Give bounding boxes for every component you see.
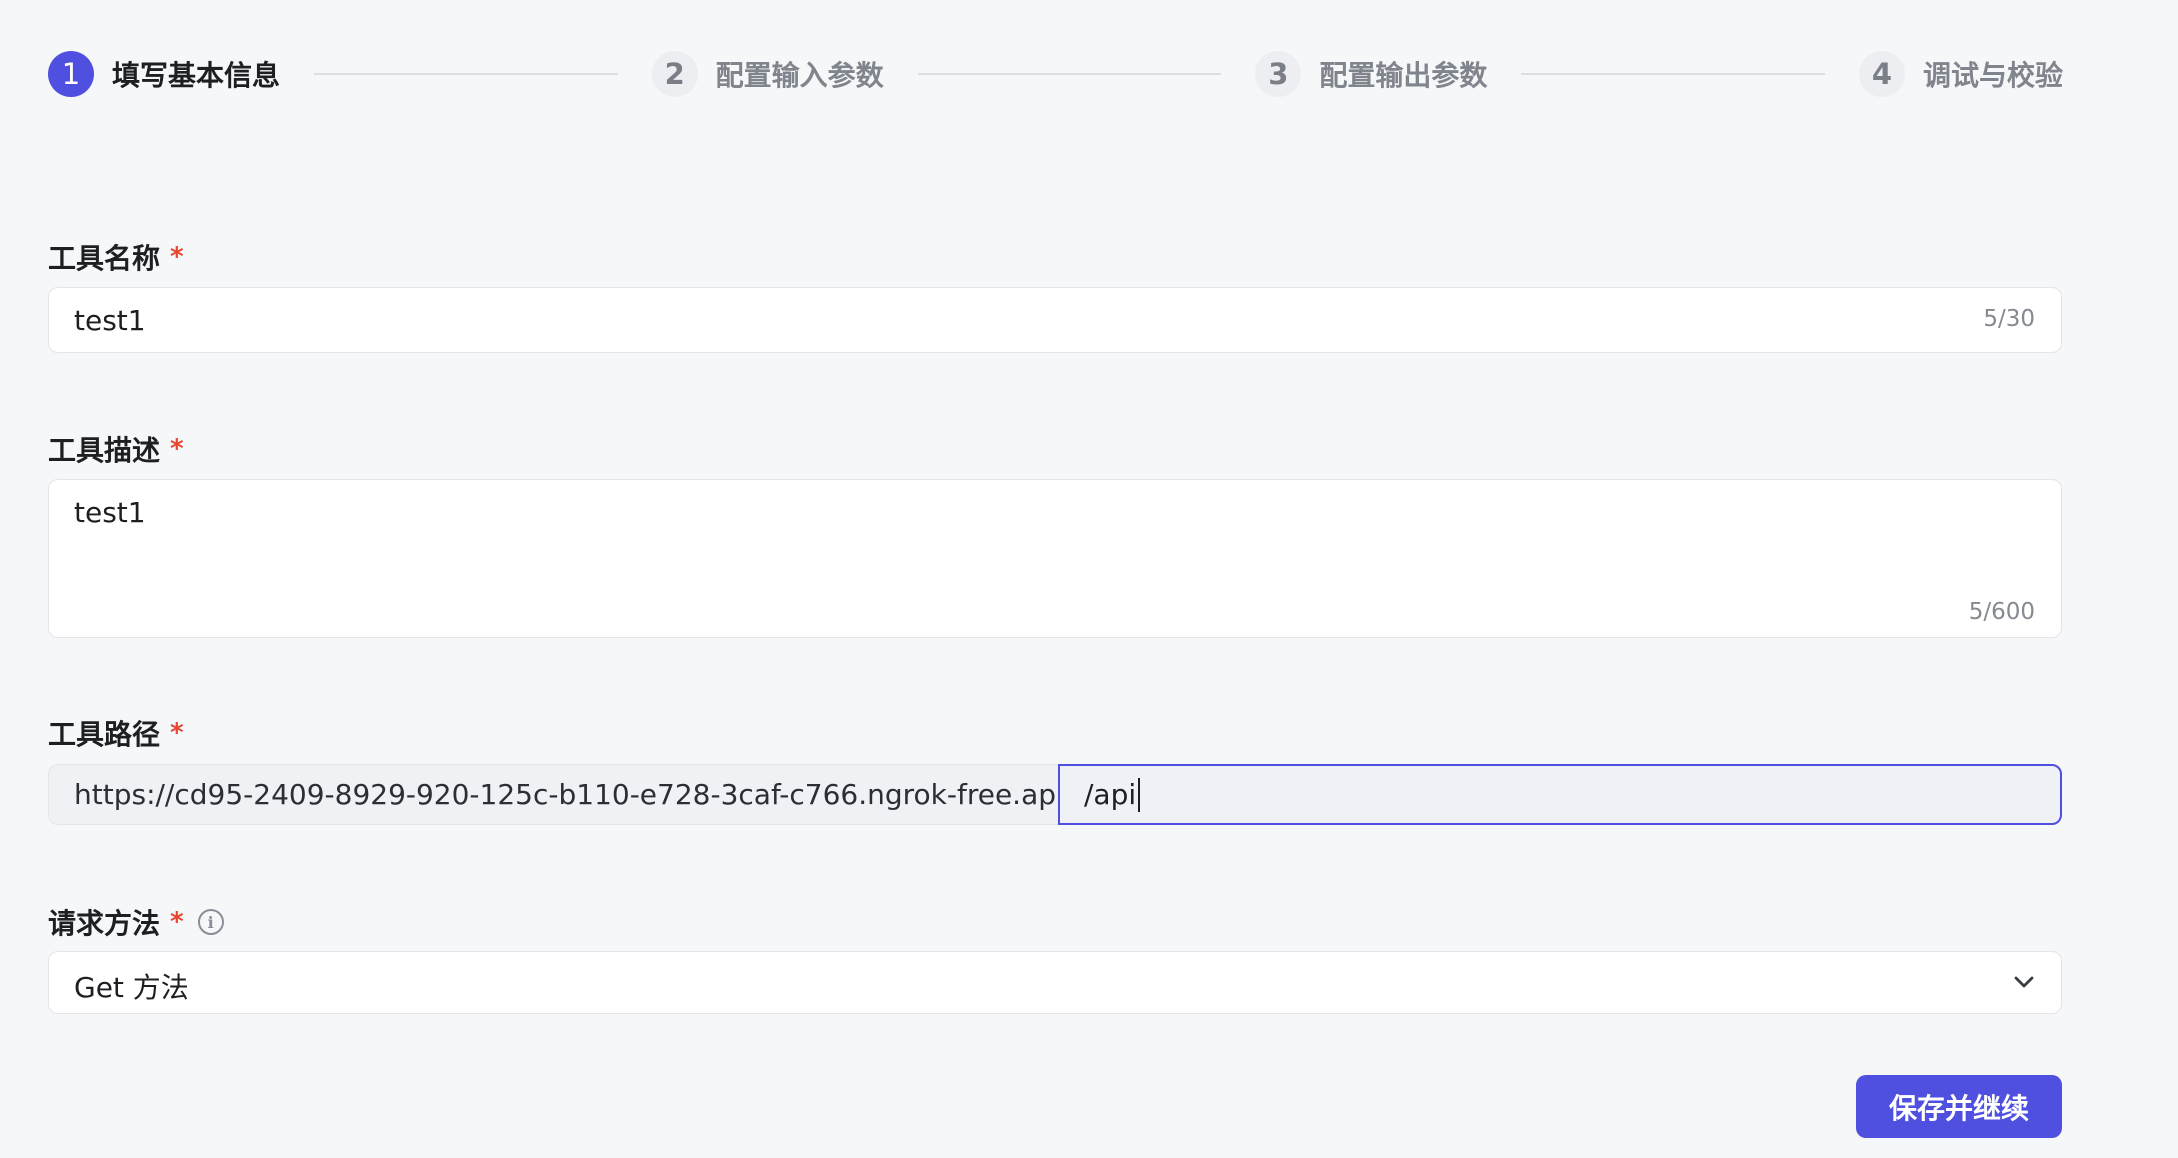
step-number: 1 <box>48 51 94 97</box>
tool-description-value: test1 <box>74 496 146 529</box>
step-label: 调试与校验 <box>1922 59 2063 92</box>
tool-name-counter: 5/30 <box>1983 306 2035 332</box>
step-label: 填写基本信息 <box>112 59 281 92</box>
step-connector <box>314 73 618 75</box>
step-label: 配置输入参数 <box>715 59 884 92</box>
step-connector <box>917 73 1222 75</box>
tool-description-label: 工具描述 * <box>48 429 184 469</box>
request-method-select[interactable]: Get 方法 <box>48 951 2062 1014</box>
step-number: 2 <box>651 51 698 97</box>
text-caret <box>1138 777 1141 812</box>
request-method-selected: Get 方法 <box>74 971 189 1004</box>
required-mark: * <box>170 907 184 937</box>
info-icon[interactable]: i <box>197 909 224 935</box>
chevron-down-icon <box>2014 976 2034 988</box>
request-method-label: 请求方法 * i <box>48 902 224 942</box>
tool-path-input[interactable]: /api <box>1058 764 2062 825</box>
step-number: 3 <box>1255 51 1302 97</box>
tool-path-label: 工具路径 * <box>48 713 184 753</box>
tool-description-label-text: 工具描述 <box>48 434 161 467</box>
tool-description-textarea[interactable]: test1 5/600 <box>48 479 2062 638</box>
required-mark: * <box>170 242 184 272</box>
step-output-params[interactable]: 3 配置输出参数 <box>1255 51 1487 97</box>
tool-description-counter: 5/600 <box>1968 599 2035 625</box>
tool-path-value: /api <box>1084 778 1137 811</box>
step-number: 4 <box>1858 51 1905 97</box>
tool-name-input[interactable]: test1 5/30 <box>48 287 2062 353</box>
required-mark: * <box>170 718 184 748</box>
save-and-continue-button[interactable]: 保存并继续 <box>1856 1075 2062 1138</box>
tool-path-field: https://cd95-2409-8929-920-125c-b110-e72… <box>48 764 2062 825</box>
step-input-params[interactable]: 2 配置输入参数 <box>651 51 884 97</box>
tool-name-value: test1 <box>74 304 146 337</box>
required-mark: * <box>170 434 184 464</box>
tool-path-base-url: https://cd95-2409-8929-920-125c-b110-e72… <box>48 764 1058 825</box>
request-method-label-text: 请求方法 <box>48 907 161 940</box>
step-debug-verify[interactable]: 4 调试与校验 <box>1858 51 2063 97</box>
tool-config-page: 1 填写基本信息 2 配置输入参数 3 配置输出参数 4 调试与校验 工具名称 … <box>0 0 2178 1158</box>
step-basic-info[interactable]: 1 填写基本信息 <box>48 51 280 97</box>
tool-path-label-text: 工具路径 <box>48 718 161 751</box>
tool-name-label: 工具名称 * <box>48 237 184 277</box>
step-connector <box>1521 73 1825 75</box>
stepper: 1 填写基本信息 2 配置输入参数 3 配置输出参数 4 调试与校验 <box>48 50 2063 98</box>
step-label: 配置输出参数 <box>1319 59 1488 92</box>
tool-name-label-text: 工具名称 <box>48 242 161 275</box>
